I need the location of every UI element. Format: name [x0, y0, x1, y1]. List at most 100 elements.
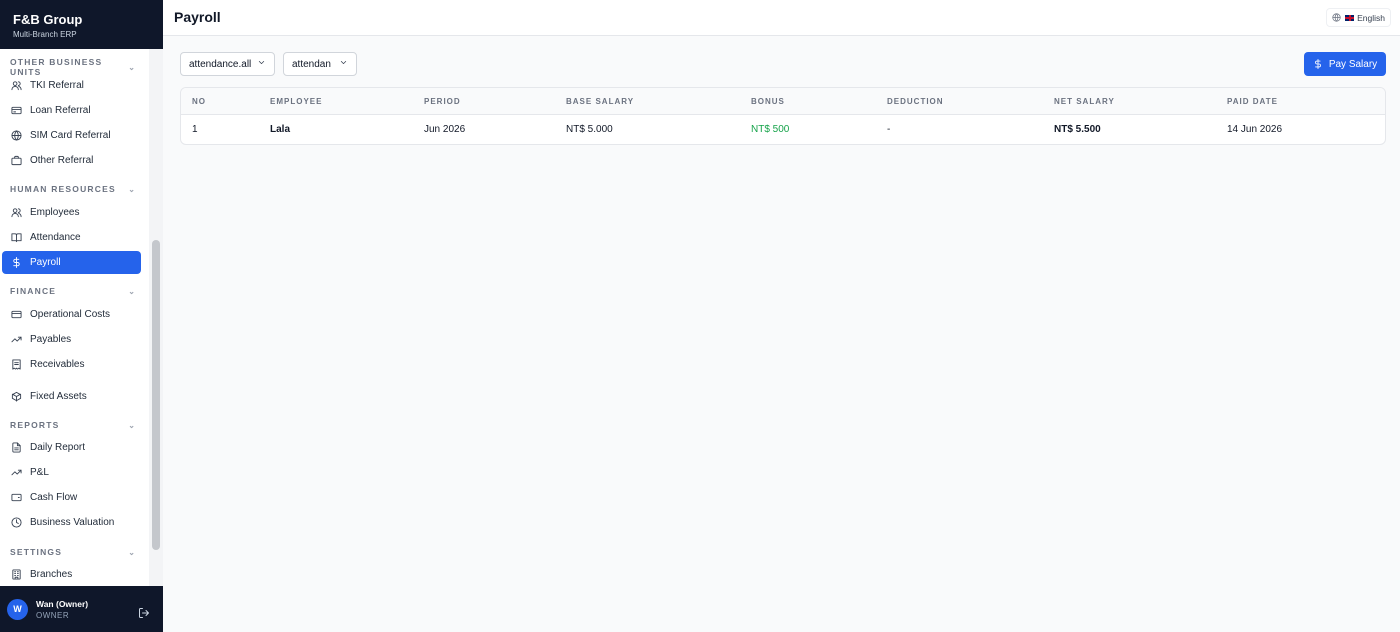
brand-subtitle: Multi-Branch ERP [13, 30, 77, 39]
brand-header: F&B Group Multi-Branch ERP [0, 0, 163, 49]
user-name: Wan (Owner) [36, 598, 89, 609]
chevron-down-icon: ⌄ [128, 184, 135, 194]
avatar[interactable]: W [7, 598, 28, 620]
dollar-icon [1314, 59, 1321, 69]
language-label: English [1357, 12, 1385, 23]
users-icon [10, 207, 22, 219]
payroll-table: NO EMPLOYEE PERIOD BASE SALARY BONUS DED… [180, 87, 1386, 145]
sidebar-item-label: Loan Referral [30, 105, 91, 116]
receipt-icon [10, 359, 22, 371]
section-label: REPORTS [10, 420, 60, 430]
attendance-secondary-select[interactable]: attendan [283, 52, 357, 76]
sidebar-item-label: Branches [30, 569, 73, 580]
sidebar-item-daily-report[interactable]: Daily Report [2, 436, 141, 459]
wallet-icon [10, 492, 22, 504]
building-icon [10, 569, 22, 581]
box-icon [10, 391, 22, 403]
column-header-net-salary: NET SALARY [1054, 97, 1115, 106]
column-header-employee: EMPLOYEE [270, 97, 323, 106]
sidebar-item-label: P&L [30, 467, 49, 478]
section-label: HUMAN RESOURCES [10, 184, 116, 194]
section-reports[interactable]: REPORTS ⌄ [10, 420, 135, 430]
sidebar-item-tki-referral[interactable]: TKI Referral [2, 74, 141, 97]
user-bar: W Wan (Owner) OWNER [0, 586, 163, 632]
sidebar-item-label: Receivables [30, 359, 85, 370]
select-value: attendance.all [189, 58, 252, 70]
cell-period: Jun 2026 [424, 124, 466, 135]
sidebar-item-label: Employees [30, 207, 80, 218]
sidebar-item-payroll[interactable]: Payroll [2, 251, 141, 274]
sidebar: F&B Group Multi-Branch ERP OTHER BUSINES… [0, 0, 163, 632]
cell-net-salary: NT$ 5.500 [1054, 124, 1101, 135]
sidebar-item-payables[interactable]: Payables [2, 328, 141, 351]
column-header-deduction: DEDUCTION [887, 97, 944, 106]
chevron-down-icon [257, 58, 266, 70]
pay-salary-label: Pay Salary [1328, 58, 1378, 70]
sidebar-item-pnl[interactable]: P&L [2, 461, 141, 484]
section-label: FINANCE [10, 286, 57, 296]
chevron-down-icon: ⌄ [128, 286, 135, 296]
sidebar-item-label: Business Valuation [30, 517, 115, 528]
page-title: Payroll [174, 9, 221, 25]
sidebar-item-sim-card-referral[interactable]: SIM Card Referral [2, 124, 141, 147]
sidebar-item-label: Cash Flow [30, 492, 78, 503]
sidebar-item-receivables[interactable]: Receivables [2, 353, 141, 376]
top-header: Payroll English [163, 0, 1400, 36]
dollar-icon [10, 257, 22, 269]
sidebar-item-label: Attendance [30, 232, 81, 243]
sidebar-item-attendance[interactable]: Attendance [2, 226, 141, 249]
section-settings[interactable]: SETTINGS ⌄ [10, 547, 135, 557]
brand-title: F&B Group [13, 12, 83, 27]
sidebar-nav: OTHER BUSINESS UNITS ⌄ TKI Referral Loan… [0, 49, 149, 586]
cell-bonus: NT$ 500 [751, 124, 790, 135]
briefcase-icon [10, 155, 22, 167]
sidebar-item-other-referral[interactable]: Other Referral [2, 149, 141, 172]
sidebar-item-business-valuation[interactable]: Business Valuation [2, 511, 141, 534]
column-header-bonus: BONUS [751, 97, 785, 106]
sidebar-item-cash-flow[interactable]: Cash Flow [2, 486, 141, 509]
pay-salary-button[interactable]: Pay Salary [1304, 52, 1386, 76]
sidebar-item-fixed-assets[interactable]: Fixed Assets [2, 385, 141, 408]
section-label: SETTINGS [10, 547, 63, 557]
sidebar-item-employees[interactable]: Employees [2, 201, 141, 224]
globe-icon [1332, 13, 1341, 22]
column-header-period: PERIOD [424, 97, 461, 106]
table-header: NO EMPLOYEE PERIOD BASE SALARY BONUS DED… [181, 88, 1385, 115]
cell-deduction: - [887, 124, 891, 135]
book-icon [10, 232, 22, 244]
sidebar-item-label: Payables [30, 334, 72, 345]
sidebar-item-operational-costs[interactable]: Operational Costs [2, 303, 141, 326]
trending-up-icon [10, 334, 22, 346]
sidebar-item-label: Fixed Assets [30, 391, 87, 402]
language-selector[interactable]: English [1326, 8, 1391, 27]
user-info: Wan (Owner) OWNER [36, 599, 88, 620]
user-role: OWNER [36, 610, 70, 620]
users-icon [10, 80, 22, 92]
column-header-paid-date: PAID DATE [1227, 97, 1278, 106]
chevron-down-icon: ⌄ [128, 547, 135, 557]
section-finance[interactable]: FINANCE ⌄ [10, 286, 135, 296]
sidebar-item-label: Daily Report [30, 442, 86, 453]
sidebar-item-branches[interactable]: Branches [2, 563, 141, 586]
uk-flag-icon [1345, 14, 1355, 21]
wallet-icon [10, 309, 22, 321]
select-value: attendan [292, 58, 331, 70]
trending-up-icon [10, 467, 22, 479]
sidebar-item-label: Operational Costs [30, 309, 111, 320]
attendance-filter-select[interactable]: attendance.all [180, 52, 275, 76]
cell-base-salary: NT$ 5.000 [566, 124, 613, 135]
file-text-icon [10, 442, 22, 454]
sidebar-scrollbar-thumb[interactable] [152, 240, 160, 550]
sidebar-item-loan-referral[interactable]: Loan Referral [2, 99, 141, 122]
clock-icon [10, 517, 22, 529]
column-header-base-salary: BASE SALARY [566, 97, 635, 106]
cell-employee: Lala [270, 124, 291, 135]
sidebar-item-label: Payroll [30, 257, 61, 268]
sidebar-item-label: TKI Referral [30, 80, 84, 91]
globe-icon [10, 130, 22, 142]
chevron-down-icon [339, 58, 348, 70]
sidebar-item-label: Other Referral [30, 155, 94, 166]
cell-paid-date: 14 Jun 2026 [1227, 124, 1283, 135]
logout-icon[interactable] [138, 606, 150, 618]
section-human-resources[interactable]: HUMAN RESOURCES ⌄ [10, 184, 135, 194]
